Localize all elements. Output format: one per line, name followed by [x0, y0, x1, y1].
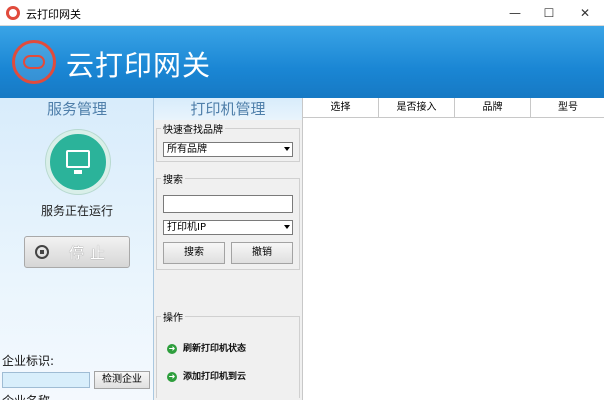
column-header-model[interactable]: 型号 — [531, 98, 604, 118]
company-id-input[interactable] — [2, 372, 90, 388]
company-id-label: 企业标识: — [2, 354, 55, 368]
stop-button-label: 停止 — [69, 244, 112, 262]
cancel-button[interactable]: 撤销 — [231, 242, 293, 264]
stop-service-button[interactable]: 停止 — [24, 236, 130, 268]
operations-group-title: 操作 — [161, 309, 185, 324]
chevron-down-icon — [284, 147, 290, 151]
service-status-text: 服务正在运行 — [40, 204, 113, 218]
brand-group: 快速查找品牌 所有品牌 — [156, 121, 300, 162]
add-printer-to-cloud-label: 添加打印机到云 — [183, 372, 247, 382]
detect-company-button[interactable]: 检测企业 — [94, 371, 150, 389]
stop-icon — [35, 245, 49, 259]
tab-printer-management[interactable]: 打印机管理 — [154, 98, 302, 120]
cloud-icon — [23, 55, 45, 69]
search-group: 搜索 打印机IP 搜索 撤销 — [156, 171, 300, 270]
window-title: 云打印网关 — [26, 8, 81, 21]
monitor-stand — [74, 170, 82, 174]
printer-panel: 打印机管理 快速查找品牌 所有品牌 搜索 打印机IP 搜索 撤销 操作 ➜ 刷新打… — [154, 98, 302, 400]
search-group-title: 搜索 — [161, 171, 185, 186]
refresh-printer-status-link[interactable]: ➜ 刷新打印机状态 — [167, 341, 246, 354]
table-header: 选择 是否接入 品牌 型号 — [303, 98, 604, 118]
maximize-button[interactable]: ☐ — [532, 0, 566, 26]
operations-group: 操作 ➜ 刷新打印机状态 ➜ 添加打印机到云 — [156, 309, 300, 398]
add-printer-to-cloud-link[interactable]: ➜ 添加打印机到云 — [167, 369, 246, 382]
brand-group-title: 快速查找品牌 — [161, 121, 225, 136]
title-bar: 云打印网关 — ☐ ✕ — [0, 0, 604, 26]
search-field-value: 打印机IP — [167, 222, 206, 233]
close-button[interactable]: ✕ — [568, 0, 602, 26]
cloud-logo-icon — [12, 40, 56, 84]
arrow-right-icon: ➜ — [167, 343, 177, 354]
app-logo-icon — [6, 6, 20, 20]
company-name-label: 企业名称 — [2, 392, 50, 400]
refresh-printer-status-label: 刷新打印机状态 — [183, 344, 247, 354]
service-status-indicator — [46, 130, 110, 194]
column-header-select[interactable]: 选择 — [303, 98, 379, 118]
monitor-icon — [66, 150, 90, 168]
header-banner: 云打印网关 — [0, 26, 604, 98]
brand-select[interactable]: 所有品牌 — [163, 142, 293, 157]
column-header-brand[interactable]: 品牌 — [455, 98, 531, 118]
brand-select-value: 所有品牌 — [167, 144, 207, 155]
search-field-select[interactable]: 打印机IP — [163, 220, 293, 235]
chevron-down-icon — [284, 225, 290, 229]
minimize-button[interactable]: — — [498, 0, 532, 26]
tab-service-management[interactable]: 服务管理 — [0, 98, 154, 120]
search-button[interactable]: 搜索 — [163, 242, 225, 264]
printer-table: 选择 是否接入 品牌 型号 — [302, 98, 604, 400]
arrow-right-icon: ➜ — [167, 371, 177, 382]
search-input[interactable] — [163, 195, 293, 213]
column-header-connected[interactable]: 是否接入 — [379, 98, 455, 118]
app-title: 云打印网关 — [66, 49, 212, 82]
service-panel: 服务管理 服务正在运行 停止 企业标识: 检测企业 企业名称 — [0, 98, 154, 400]
